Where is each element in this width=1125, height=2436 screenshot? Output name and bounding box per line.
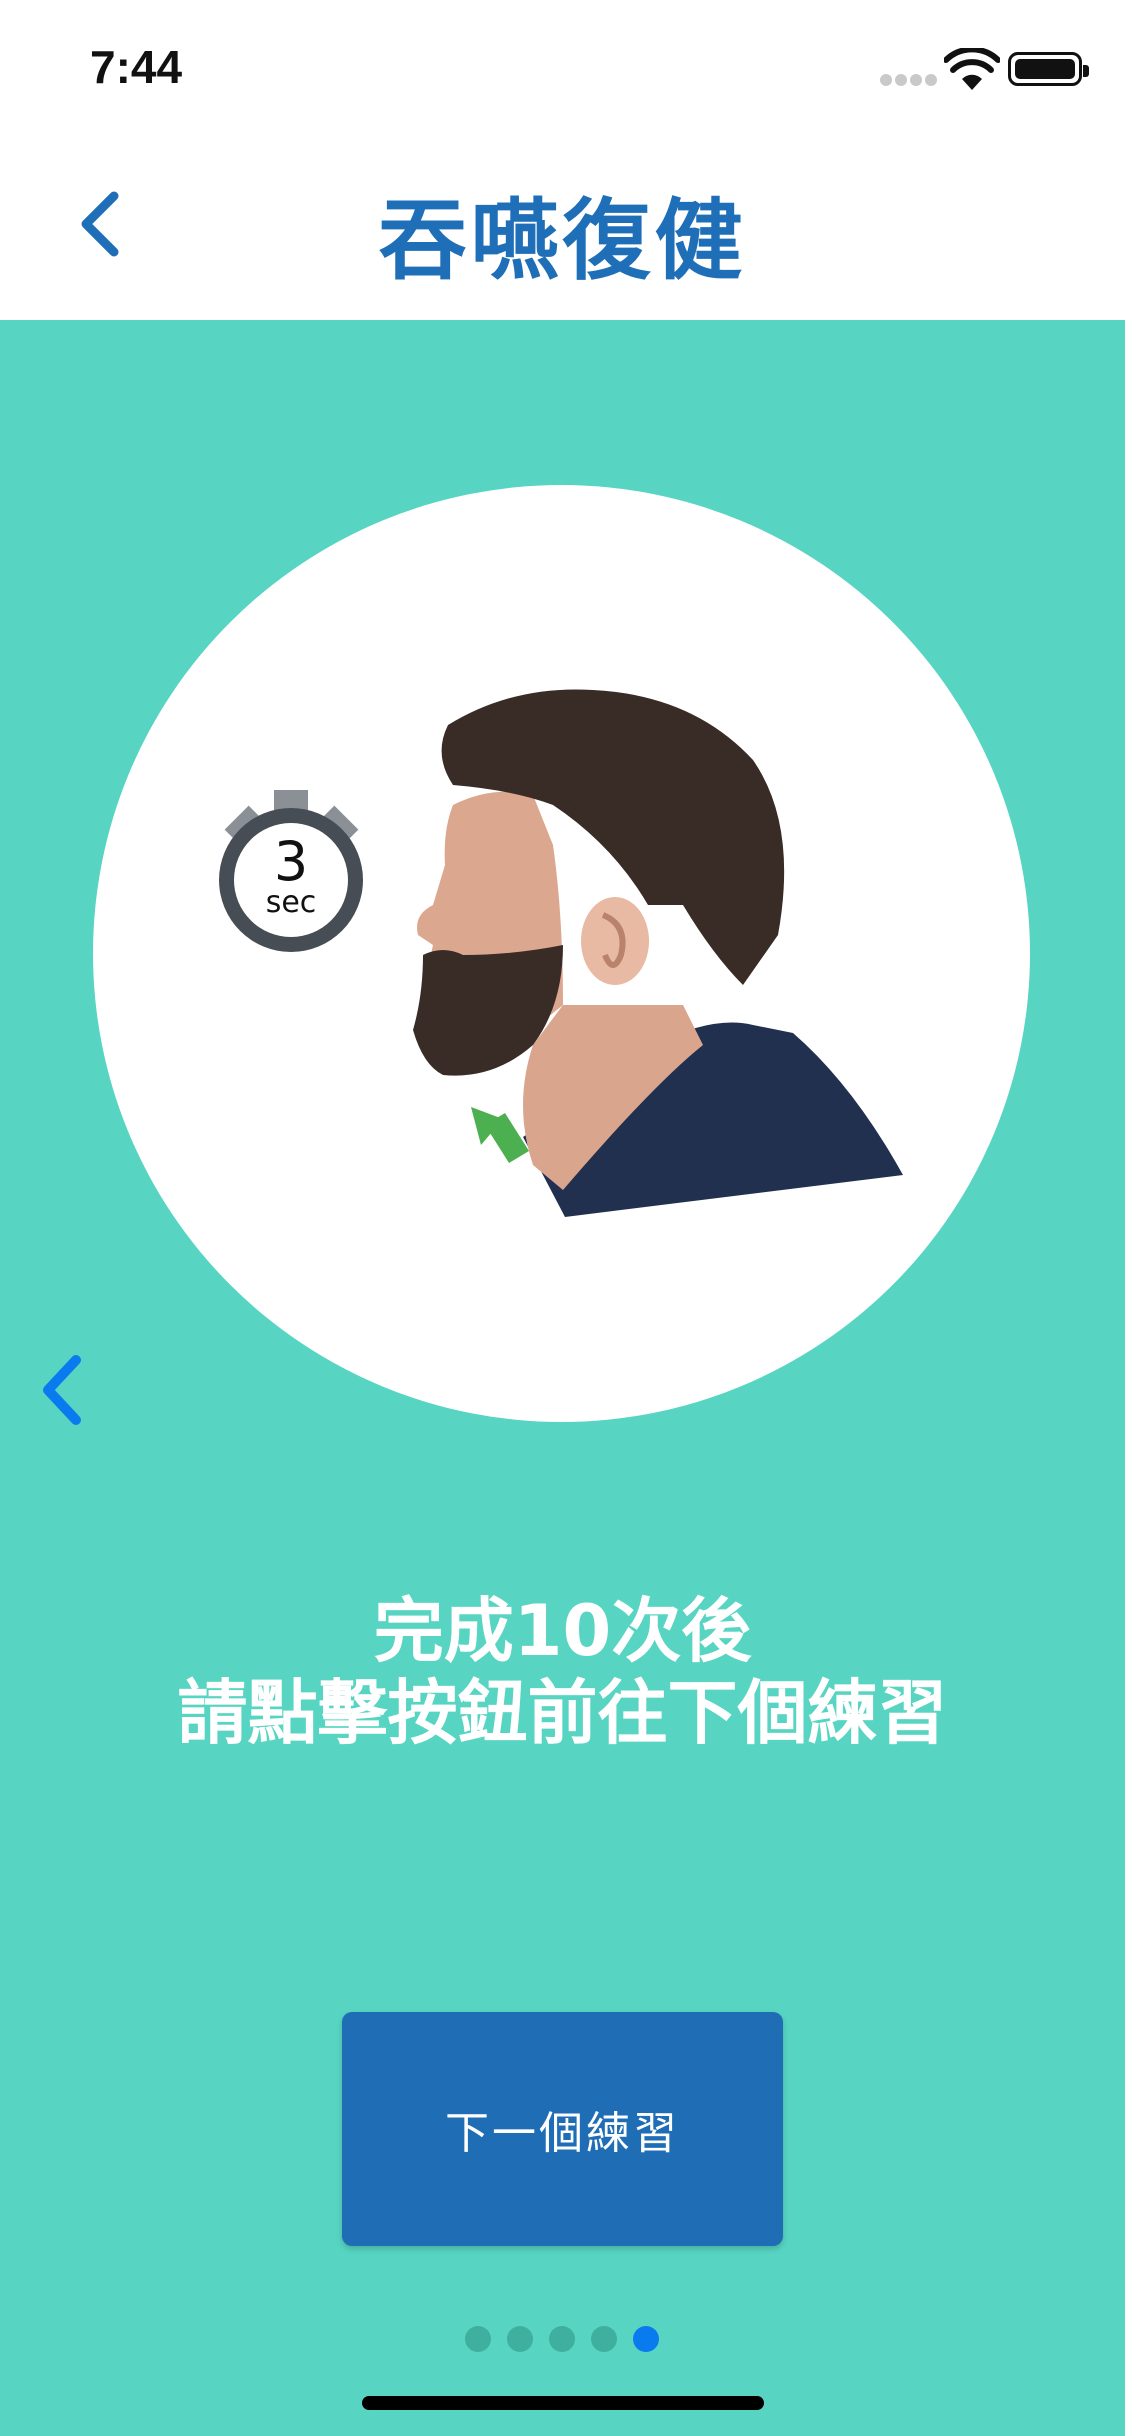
stopwatch-icon: 3 sec [219, 790, 363, 952]
instruction-text: 完成10次後 請點擊按鈕前往下個練習 [0, 1590, 1125, 1754]
next-exercise-button[interactable]: 下一個練習 [342, 2012, 783, 2246]
top-bar: 7:44 吞嚥復健 [0, 0, 1125, 320]
timer-unit: sec [266, 885, 317, 920]
page-dot [549, 2326, 575, 2352]
page-dot-active [633, 2326, 659, 2352]
instruction-line-1: 完成10次後 [373, 1590, 752, 1672]
cellular-signal-icon [880, 74, 937, 86]
page-dot [507, 2326, 533, 2352]
wifi-icon [944, 48, 1000, 90]
man-profile [413, 689, 903, 1217]
timer-number: 3 [274, 830, 308, 893]
status-time: 7:44 [90, 41, 183, 93]
home-indicator [362, 2396, 764, 2410]
page-indicator [465, 2326, 665, 2356]
swallowing-exercise-illustration: 3 sec [219, 689, 903, 1217]
page-dot [591, 2326, 617, 2352]
next-exercise-label: 下一個練習 [445, 2108, 680, 2159]
battery-icon [1008, 52, 1089, 86]
page-title: 吞嚥復健 [378, 189, 747, 292]
previous-exercise-button[interactable] [34, 1350, 94, 1430]
instruction-line-2: 請點擊按鈕前往下個練習 [177, 1672, 948, 1754]
exercise-illustration-card: 3 sec [93, 485, 1030, 1422]
page-dot [465, 2326, 491, 2352]
